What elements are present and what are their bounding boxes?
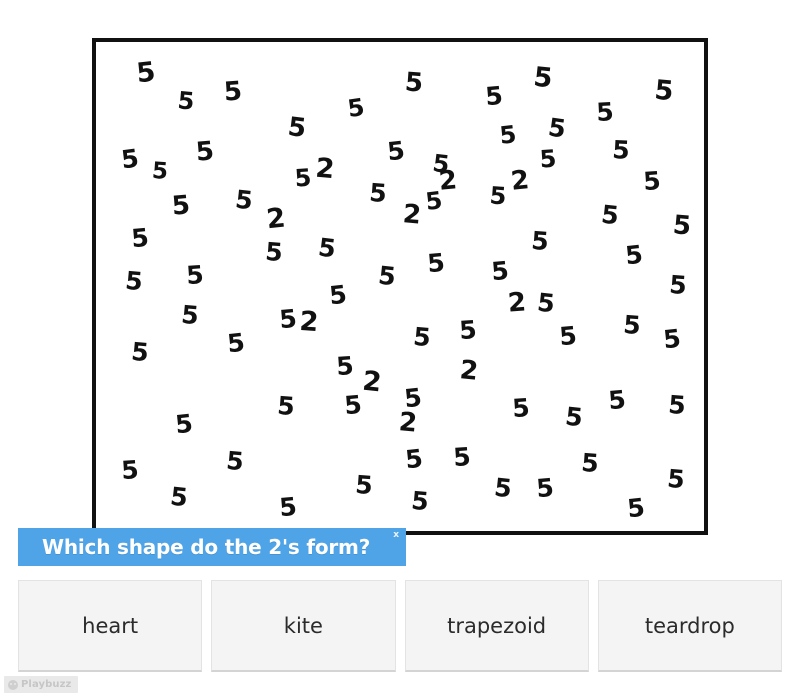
- digit-five: 5: [130, 336, 150, 368]
- digit-five: 5: [671, 210, 693, 242]
- digit-five: 5: [625, 492, 647, 524]
- digit-five: 5: [580, 447, 600, 479]
- smiley-icon: [8, 679, 18, 690]
- digit-five: 5: [222, 76, 244, 108]
- digit-five: 5: [484, 80, 504, 112]
- digit-five: 5: [327, 279, 349, 311]
- digit-five: 5: [335, 350, 355, 382]
- digit-five: 5: [376, 260, 398, 292]
- digit-five: 5: [170, 190, 192, 222]
- digit-five: 5: [286, 112, 308, 144]
- digit-five: 5: [653, 74, 675, 108]
- digit-five: 5: [410, 485, 430, 517]
- digit-five: 5: [452, 441, 472, 473]
- digit-five: 5: [276, 390, 296, 422]
- digit-two: 2: [314, 152, 336, 186]
- digit-five: 5: [185, 259, 205, 291]
- answer-button-kite[interactable]: kite: [211, 580, 396, 672]
- digit-five: 5: [180, 299, 200, 331]
- digit-five: 5: [293, 163, 313, 193]
- digit-five: 5: [278, 303, 298, 335]
- digit-five: 5: [535, 472, 555, 504]
- digit-five: 5: [511, 392, 531, 424]
- digit-five: 5: [530, 225, 550, 257]
- digit-five: 5: [426, 247, 446, 279]
- digit-two: 2: [506, 287, 528, 319]
- question-text: Which shape do the 2's form?: [42, 535, 371, 559]
- digit-five: 5: [124, 265, 144, 297]
- digit-two: 2: [397, 407, 419, 439]
- digit-five: 5: [622, 309, 642, 341]
- digit-five: 5: [225, 445, 245, 477]
- digit-five: 5: [498, 120, 518, 150]
- digit-five: 5: [194, 136, 216, 168]
- digit-five: 5: [424, 186, 444, 216]
- digit-five: 5: [668, 269, 688, 301]
- answer-label: heart: [82, 613, 139, 638]
- digit-two: 2: [509, 165, 531, 197]
- digit-five: 5: [151, 157, 169, 186]
- digit-five: 5: [403, 443, 425, 475]
- digit-two: 2: [298, 305, 320, 339]
- digit-two: 2: [401, 199, 423, 231]
- answer-button-teardrop[interactable]: teardrop: [597, 580, 782, 672]
- digit-five: 5: [173, 408, 195, 440]
- digit-five: 5: [233, 184, 255, 216]
- quiz-stage: 5555555555555555555255255225555525555555…: [0, 0, 800, 699]
- digit-five: 5: [316, 232, 338, 264]
- answer-options: heart kite trapezoid teardrop: [18, 580, 782, 672]
- digit-two: 2: [265, 202, 287, 236]
- digit-five: 5: [168, 481, 190, 513]
- digit-five: 5: [264, 236, 284, 268]
- digit-two: 2: [458, 355, 480, 387]
- digit-five: 5: [345, 92, 367, 124]
- digit-five: 5: [607, 384, 627, 416]
- digit-five: 5: [599, 199, 621, 231]
- answer-button-heart[interactable]: heart: [18, 580, 203, 672]
- digit-five: 5: [385, 135, 407, 167]
- digit-five: 5: [667, 389, 687, 421]
- digit-five: 5: [176, 86, 196, 116]
- digit-five: 5: [120, 454, 140, 486]
- digit-five: 5: [225, 327, 247, 359]
- digit-five: 5: [368, 177, 388, 209]
- answer-label: trapezoid: [447, 613, 547, 638]
- watermark-label: Playbuzz: [21, 679, 72, 690]
- digit-five: 5: [458, 314, 478, 346]
- digit-five: 5: [278, 491, 298, 523]
- digit-five: 5: [558, 320, 578, 352]
- answer-label: teardrop: [644, 613, 735, 638]
- digit-five: 5: [119, 143, 141, 175]
- close-icon[interactable]: x: [393, 531, 399, 540]
- digit-five: 5: [490, 255, 510, 287]
- digit-five: 5: [343, 389, 363, 421]
- digit-two: 2: [361, 365, 383, 399]
- number-puzzle-box: 5555555555555555555255255225555525555555…: [92, 38, 708, 535]
- digit-five: 5: [492, 472, 514, 504]
- digit-five: 5: [546, 112, 568, 144]
- digit-five: 5: [532, 61, 554, 95]
- digit-five: 5: [666, 463, 686, 495]
- digit-five: 5: [661, 323, 683, 355]
- digit-five: 5: [412, 321, 432, 353]
- digit-five: 5: [623, 239, 645, 271]
- digit-five: 5: [535, 287, 557, 319]
- answer-label: kite: [283, 613, 323, 638]
- digit-five: 5: [403, 67, 425, 99]
- question-banner: Which shape do the 2's form? x: [18, 528, 406, 566]
- digit-five: 5: [563, 401, 585, 433]
- digit-five: 5: [538, 144, 558, 174]
- digit-five: 5: [488, 181, 508, 211]
- digit-five: 5: [354, 469, 374, 501]
- playbuzz-watermark: Playbuzz: [4, 676, 79, 693]
- digit-five: 5: [595, 97, 615, 127]
- digit-five: 5: [130, 222, 150, 254]
- digit-five: 5: [611, 135, 631, 165]
- digit-five: 5: [135, 56, 157, 90]
- digit-five: 5: [642, 165, 662, 197]
- answer-button-trapezoid[interactable]: trapezoid: [404, 580, 589, 672]
